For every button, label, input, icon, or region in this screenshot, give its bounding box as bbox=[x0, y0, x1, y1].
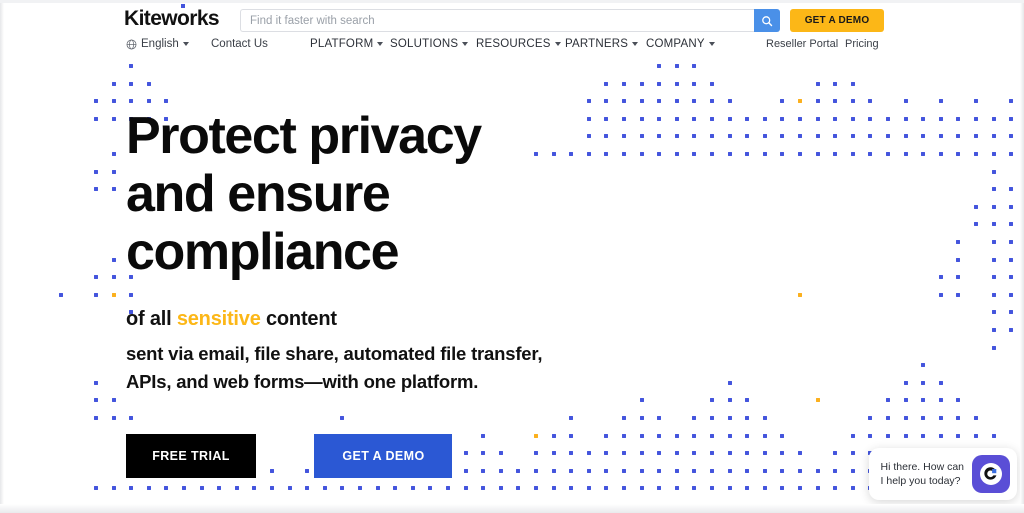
hero-section: Protect privacy and ensure compliance of… bbox=[0, 58, 1024, 513]
search-bar bbox=[240, 9, 780, 32]
nav-item-platform[interactable]: PLATFORM bbox=[310, 34, 384, 54]
logo-text-before: Kitew bbox=[124, 7, 178, 30]
nav-item-company[interactable]: COMPANY bbox=[646, 34, 715, 54]
logo-text-after: rks bbox=[189, 7, 219, 30]
hero-sub-highlight: sensitive bbox=[176, 308, 261, 330]
window-bottom-edge bbox=[0, 504, 1024, 513]
header-top-bar: Kiteworks GET A DEMO bbox=[0, 0, 1024, 36]
chevron-down-icon bbox=[708, 42, 715, 46]
hero-cta-group: FREE TRIAL GET A DEMO bbox=[126, 434, 453, 478]
chat-launcher-button[interactable] bbox=[972, 455, 1010, 493]
nav-item-contact-us[interactable]: Contact Us bbox=[211, 34, 268, 54]
window-left-edge bbox=[0, 0, 4, 513]
language-selector[interactable]: English bbox=[126, 34, 189, 54]
search-icon bbox=[762, 15, 773, 26]
chevron-down-icon bbox=[377, 42, 384, 46]
nav-item-partners[interactable]: PARTNERS bbox=[565, 34, 639, 54]
logo-text-o: o bbox=[177, 7, 190, 30]
nav-label-resources: RESOURCES bbox=[476, 38, 551, 50]
logo-dot-icon bbox=[181, 4, 186, 8]
chat-greeting-message: Hi there. How can I help you today? bbox=[880, 461, 964, 487]
site-logo[interactable]: Kitew orks bbox=[124, 4, 220, 30]
nav-item-reseller-portal[interactable]: Reseller Portal bbox=[766, 34, 838, 54]
chevron-down-icon bbox=[462, 42, 469, 46]
hero-sub-prefix: of all bbox=[126, 308, 177, 330]
nav-label-company: COMPANY bbox=[646, 38, 705, 50]
search-input[interactable] bbox=[240, 9, 754, 32]
page-title: Protect privacy and ensure compliance bbox=[126, 107, 482, 281]
globe-icon bbox=[126, 39, 137, 50]
hero-description: sent via email, file share, automated fi… bbox=[126, 343, 543, 392]
language-label: English bbox=[141, 38, 179, 50]
chevron-down-icon bbox=[632, 42, 639, 46]
nav-label-solutions: SOLUTIONS bbox=[390, 38, 459, 50]
hero-subtitle-line: of all sensitive content bbox=[126, 308, 337, 331]
nav-label-partners: PARTNERS bbox=[565, 38, 629, 50]
window-top-edge bbox=[0, 0, 1024, 3]
hero-sub-suffix: content bbox=[260, 308, 337, 330]
header-get-demo-button[interactable]: GET A DEMO bbox=[790, 9, 884, 32]
nav-item-resources[interactable]: RESOURCES bbox=[476, 34, 561, 54]
nav-label-platform: PLATFORM bbox=[310, 38, 374, 50]
free-trial-button[interactable]: FREE TRIAL bbox=[126, 434, 256, 478]
chat-widget[interactable]: Hi there. How can I help you today? bbox=[868, 448, 1017, 500]
site-header: Kiteworks GET A DEMO bbox=[0, 0, 1024, 58]
chevron-down-icon bbox=[182, 42, 189, 46]
page-root: Kiteworks GET A DEMO bbox=[0, 0, 1024, 513]
main-navigation: English Contact Us PLATFORM SOLUTIONS RE… bbox=[0, 34, 1024, 58]
chat-launcher-icon bbox=[980, 463, 1002, 485]
chevron-down-icon bbox=[554, 42, 561, 46]
nav-item-solutions[interactable]: SOLUTIONS bbox=[390, 34, 469, 54]
logo-o-wrap: o bbox=[177, 4, 190, 30]
nav-item-pricing[interactable]: Pricing bbox=[845, 34, 879, 54]
window-right-edge bbox=[1020, 0, 1024, 513]
hero-get-demo-button[interactable]: GET A DEMO bbox=[314, 434, 453, 478]
search-button[interactable] bbox=[754, 9, 780, 32]
